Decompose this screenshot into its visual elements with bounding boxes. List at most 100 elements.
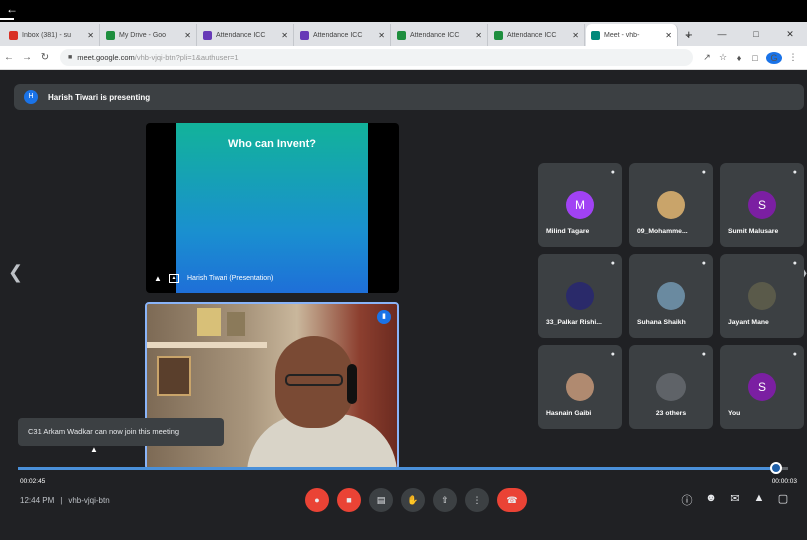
browser-tab[interactable]: Meet - vhb- ✕ bbox=[586, 24, 678, 46]
top-black-bar: ← bbox=[0, 0, 807, 22]
participant-tile[interactable]: ● 09_Mohamme... bbox=[629, 163, 713, 247]
video-frame-left bbox=[157, 356, 191, 396]
participant-avatar bbox=[566, 373, 594, 401]
back-underline bbox=[0, 18, 14, 20]
presentation-owner: Harish Tiwari (Presentation) bbox=[187, 275, 274, 282]
pin-icon[interactable]: ▲ bbox=[154, 274, 163, 283]
browser-tab[interactable]: Attendance ICC ✕ bbox=[489, 24, 585, 46]
tab-favicon-icon bbox=[203, 30, 212, 40]
leave-call-button[interactable]: ☎ bbox=[497, 488, 527, 512]
lock-icon: ■ bbox=[68, 54, 73, 61]
presentation-tile[interactable]: Who can Invent? ▲ ▲ Harish Tiwari (Prese… bbox=[146, 123, 399, 293]
participant-name: Jayant Mane bbox=[728, 319, 769, 326]
tab-close-icon[interactable]: ✕ bbox=[378, 31, 385, 40]
tab-label: Meet - vhb- bbox=[604, 31, 640, 39]
window-controls: ⌄ — □ ✕ bbox=[671, 22, 807, 46]
maximize-icon[interactable]: □ bbox=[739, 22, 773, 46]
slide-title: Who can Invent? bbox=[228, 138, 316, 150]
people-icon[interactable]: ☻ bbox=[699, 492, 723, 508]
muted-mic-icon: ● bbox=[792, 169, 797, 176]
url-input[interactable]: ■ meet.google.com /vhb-vjqi-btn?pli=1&au… bbox=[60, 49, 693, 66]
participant-avatar: S bbox=[748, 191, 776, 219]
minimize-icon[interactable]: — bbox=[705, 22, 739, 46]
tab-search-icon[interactable]: ⌄ bbox=[671, 22, 705, 46]
browser-tab[interactable]: Attendance ICC ✕ bbox=[198, 24, 294, 46]
meeting-details: 12:44 PM | vhb-vjqi-btn bbox=[20, 496, 110, 505]
more-options-button[interactable]: ⋮ bbox=[465, 488, 489, 512]
extensions-icon[interactable]: ♦ bbox=[731, 53, 747, 63]
speaker-glasses bbox=[285, 374, 343, 386]
browser-actions: ↗ ☆ ♦ □ G ⋮ bbox=[693, 51, 807, 64]
participant-tile[interactable]: ● S You bbox=[720, 345, 804, 429]
screen-share-icon: ▲ bbox=[169, 274, 179, 283]
browser-tab[interactable]: Inbox (381) - su ✕ bbox=[4, 24, 100, 46]
activities-icon[interactable]: ▲ bbox=[747, 492, 771, 508]
participant-avatar bbox=[566, 282, 594, 310]
participant-name: Sumit Malusare bbox=[728, 228, 779, 235]
mic-off-button[interactable]: ● bbox=[305, 488, 329, 512]
tab-close-icon[interactable]: ✕ bbox=[281, 31, 288, 40]
video-shelf bbox=[147, 342, 267, 348]
raise-hand-button[interactable]: ✋ bbox=[401, 488, 425, 512]
muted-mic-icon: ● bbox=[610, 260, 615, 267]
back-icon[interactable]: ← bbox=[0, 52, 18, 63]
share-icon[interactable]: ↗ bbox=[699, 52, 715, 63]
participant-avatar: S bbox=[748, 373, 776, 401]
progress-knob[interactable] bbox=[770, 462, 782, 474]
lock-host-icon[interactable]: ▢ bbox=[771, 492, 795, 508]
elapsed-time: 00:02:45 bbox=[20, 478, 46, 485]
tab-favicon-icon bbox=[591, 30, 600, 40]
info-icon[interactable]: ⓘ bbox=[675, 492, 699, 508]
browser-tab[interactable]: Attendance ICC ✕ bbox=[392, 24, 488, 46]
tab-close-icon[interactable]: ✕ bbox=[475, 31, 482, 40]
profile-avatar[interactable]: G bbox=[766, 51, 782, 64]
participant-avatar bbox=[657, 191, 685, 219]
sidepanel-icon[interactable]: □ bbox=[747, 53, 763, 63]
separator: | bbox=[60, 496, 63, 505]
playback-progress-bar[interactable] bbox=[18, 462, 788, 474]
tab-close-icon[interactable]: ✕ bbox=[87, 31, 94, 40]
tab-label: Attendance ICC bbox=[507, 31, 557, 39]
meeting-code[interactable]: vhb-vjqi-btn bbox=[68, 496, 109, 505]
camera-off-button[interactable]: ■ bbox=[337, 488, 361, 512]
tab-close-icon[interactable]: ✕ bbox=[572, 31, 579, 40]
participant-name: 09_Mohamme... bbox=[637, 228, 688, 235]
tab-favicon-icon bbox=[9, 30, 18, 40]
tab-label: Attendance ICC bbox=[216, 31, 266, 39]
participant-tile[interactable]: ● M Milind Tagare bbox=[538, 163, 622, 247]
participant-name: Hasnain Gaibi bbox=[546, 410, 592, 417]
participant-tile[interactable]: ● 23 others bbox=[629, 345, 713, 429]
meeting-time: 12:44 PM bbox=[20, 496, 55, 505]
join-notification: C31 Arkam Wadkar can now join this meeti… bbox=[18, 418, 224, 446]
participant-tile[interactable]: ● S Sumit Malusare bbox=[720, 163, 804, 247]
forward-icon[interactable]: → bbox=[18, 52, 36, 63]
side-controls: ⓘ ☻ ✉ ▲ ▢ bbox=[675, 492, 795, 508]
participant-tile[interactable]: ● Jayant Mane bbox=[720, 254, 804, 338]
participant-name: You bbox=[728, 410, 741, 417]
chat-icon[interactable]: ✉ bbox=[723, 492, 747, 508]
progress-fill bbox=[18, 467, 776, 470]
present-button[interactable]: ⇧ bbox=[433, 488, 457, 512]
speaking-indicator-icon: ▮ bbox=[377, 310, 391, 324]
browser-tab[interactable]: My Drive - Goo ✕ bbox=[101, 24, 197, 46]
video-frame-top bbox=[197, 308, 221, 336]
participant-tile[interactable]: ● Suhana Shaikh bbox=[629, 254, 713, 338]
browser-menu-icon[interactable]: ⋮ bbox=[785, 52, 801, 63]
captions-button[interactable]: ▤ bbox=[369, 488, 393, 512]
total-time: 00:00:03 bbox=[771, 478, 797, 485]
bookmark-star-icon[interactable]: ☆ bbox=[715, 52, 731, 63]
slide-content: Who can Invent? bbox=[176, 123, 368, 293]
tab-label: Attendance ICC bbox=[313, 31, 363, 39]
back-arrow-icon[interactable]: ← bbox=[6, 3, 18, 15]
participant-tile[interactable]: ● Hasnain Gaibi bbox=[538, 345, 622, 429]
browser-tab[interactable]: Attendance ICC ✕ bbox=[295, 24, 391, 46]
close-window-icon[interactable]: ✕ bbox=[773, 22, 807, 46]
previous-page-icon[interactable]: ❮ bbox=[8, 262, 23, 283]
participant-tile[interactable]: ● 33_Palkar Rishi... bbox=[538, 254, 622, 338]
participant-avatar: M bbox=[566, 191, 594, 219]
muted-mic-icon: ● bbox=[701, 351, 706, 358]
tab-close-icon[interactable]: ✕ bbox=[184, 31, 191, 40]
reload-icon[interactable]: ↻ bbox=[36, 52, 54, 63]
muted-mic-icon: ● bbox=[792, 351, 797, 358]
presenting-text: Harish Tiwari is presenting bbox=[48, 92, 151, 102]
